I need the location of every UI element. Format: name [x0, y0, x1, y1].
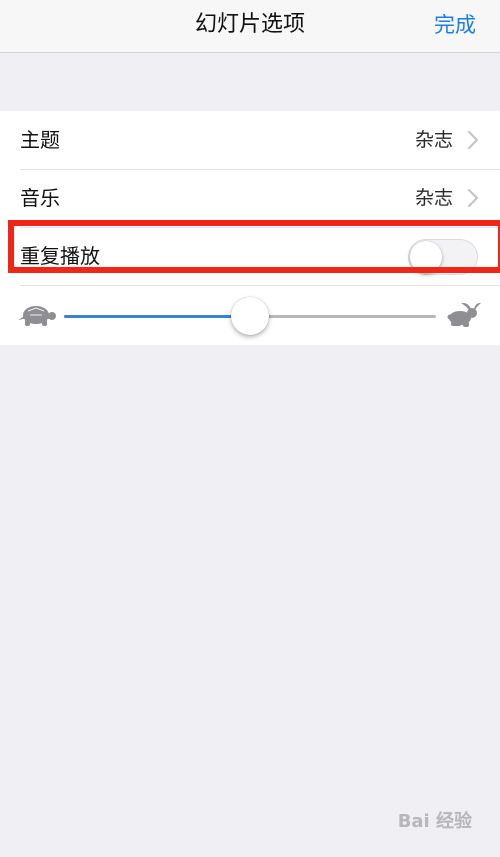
speed-slider-thumb[interactable] [231, 297, 269, 335]
repeat-label: 重复播放 [20, 244, 100, 268]
turtle-icon [18, 306, 56, 326]
repeat-toggle[interactable] [408, 239, 478, 275]
repeat-row: 重复播放 [0, 227, 500, 285]
music-row[interactable]: 音乐 杂志 [0, 169, 500, 227]
settings-group: 主题 杂志 音乐 杂志 重复播放 [0, 111, 500, 345]
chevron-right-icon [467, 130, 479, 150]
navigation-bar: 幻灯片选项 完成 [0, 0, 500, 53]
chevron-right-icon [467, 188, 479, 208]
theme-row[interactable]: 主题 杂志 [0, 111, 500, 169]
page-title: 幻灯片选项 [194, 12, 305, 37]
music-label: 音乐 [20, 186, 60, 210]
theme-label: 主题 [20, 128, 60, 152]
watermark: Bai 经验 [397, 811, 472, 832]
theme-value: 杂志 [414, 129, 453, 151]
speed-row [0, 285, 500, 343]
hare-icon [447, 302, 481, 327]
done-button[interactable]: 完成 [434, 0, 476, 52]
speed-slider-fill [64, 315, 250, 318]
toggle-knob [410, 241, 442, 273]
music-value: 杂志 [414, 187, 453, 209]
